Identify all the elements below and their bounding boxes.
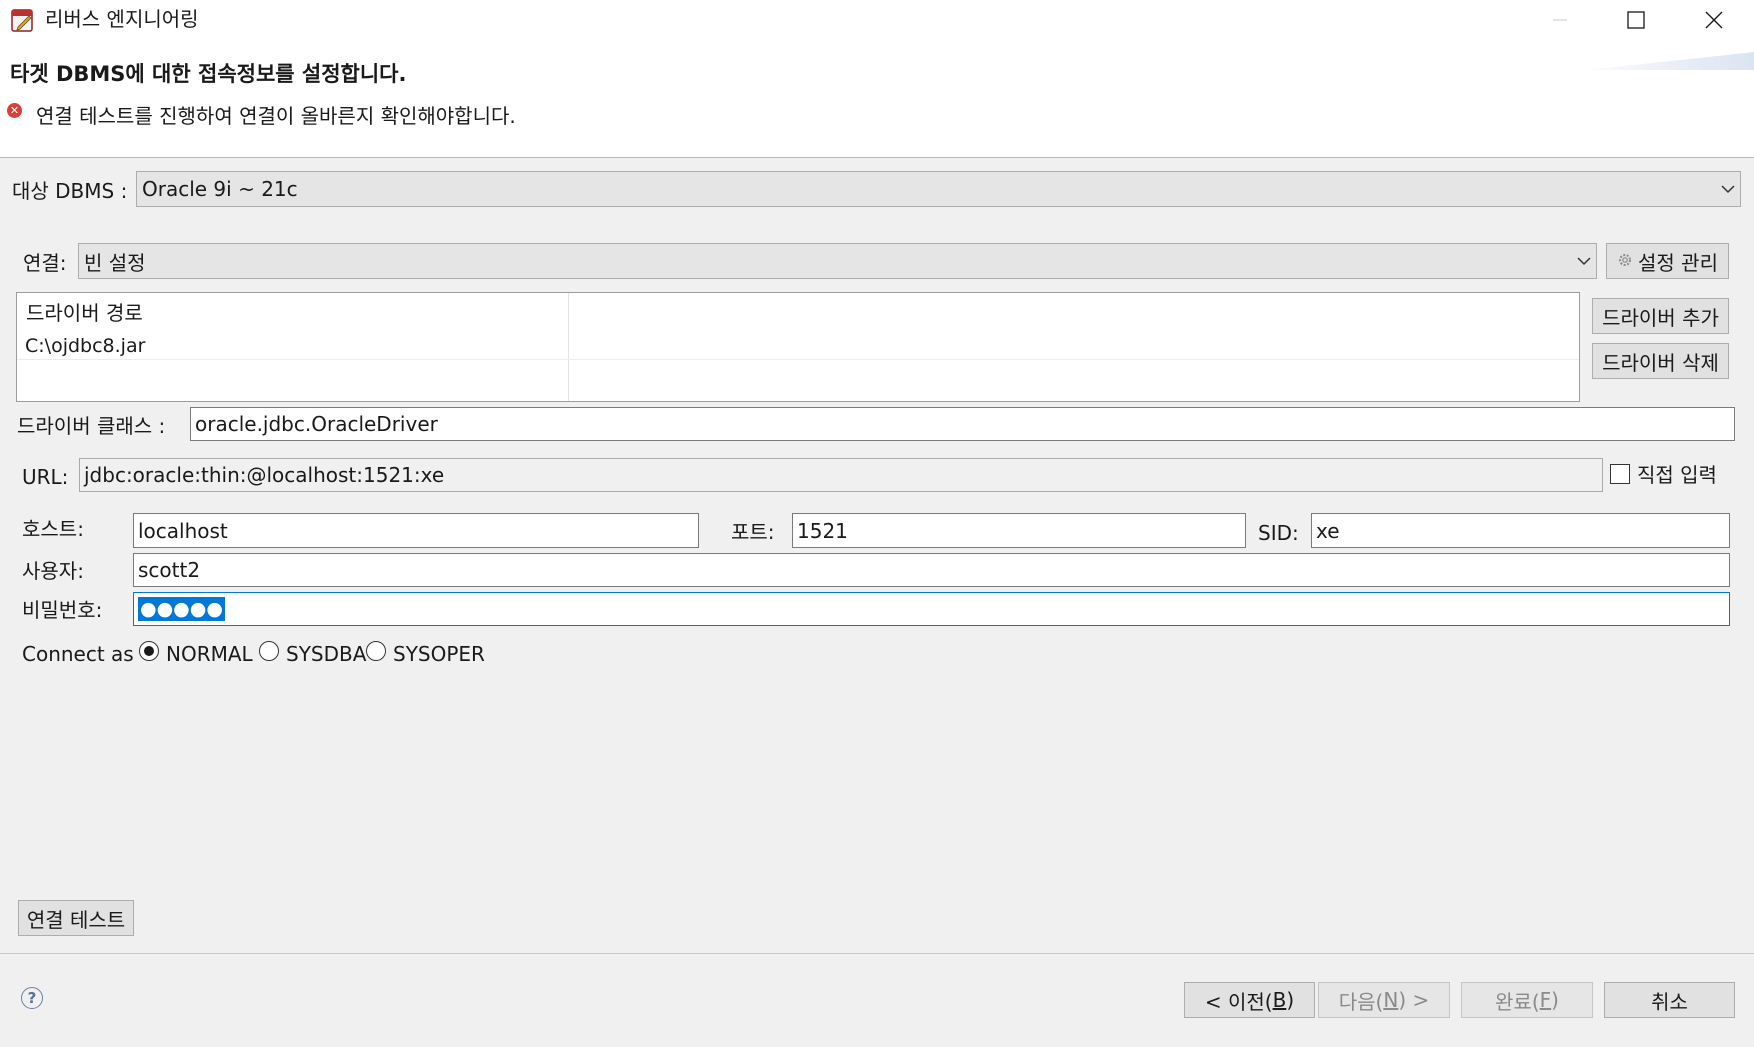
chevron-down-icon <box>1572 256 1596 266</box>
next-mnemonic: N <box>1383 988 1399 1012</box>
previous-button[interactable]: < 이전(B) <box>1184 982 1315 1018</box>
manage-settings-button[interactable]: 설정 관리 <box>1606 243 1729 279</box>
previous-label: < 이전( <box>1204 989 1273 1014</box>
radio-sysoper-label: SYSOPER <box>393 642 485 666</box>
next-label: 다음( <box>1338 989 1384 1014</box>
wizard-header <box>0 40 1754 158</box>
radio-normal-label: NORMAL <box>166 642 253 666</box>
column-divider <box>568 293 569 401</box>
dbms-select[interactable]: Oracle 9i ~ 21c <box>136 171 1741 207</box>
sid-field[interactable]: xe <box>1311 513 1730 548</box>
driver-path-header: 드라이버 경로 <box>26 301 143 325</box>
driver-class-field[interactable]: oracle.jdbc.OracleDriver <box>190 407 1735 441</box>
test-connection-button[interactable]: 연결 테스트 <box>18 900 134 936</box>
title-bar: 리버스 엔지니어링 <box>0 0 1754 40</box>
close-icon <box>1705 11 1723 29</box>
connection-label: 연결: <box>23 251 67 275</box>
radio-sysoper[interactable] <box>366 641 386 661</box>
finish-label: 완료( <box>1495 989 1540 1014</box>
finish-button[interactable]: 완료(F) <box>1461 982 1593 1018</box>
finish-label-end: ) <box>1551 988 1559 1012</box>
connection-select[interactable]: 빈 설정 <box>78 243 1597 279</box>
radio-sysdba[interactable] <box>259 641 279 661</box>
page-title: 타겟 DBMS에 대한 접속정보를 설정합니다. <box>10 62 407 86</box>
next-label-end: ) > <box>1398 988 1430 1012</box>
close-button[interactable] <box>1676 0 1752 40</box>
connect-as-label: Connect as <box>22 642 134 666</box>
host-field[interactable]: localhost <box>133 513 699 548</box>
direct-input-label: 직접 입력 <box>1637 463 1717 487</box>
previous-mnemonic: B <box>1272 988 1287 1012</box>
gear-icon <box>1617 249 1633 273</box>
user-field[interactable]: scott2 <box>133 553 1730 587</box>
dbms-value: Oracle 9i ~ 21c <box>142 177 298 201</box>
window-title: 리버스 엔지니어링 <box>45 7 199 31</box>
next-button[interactable]: 다음(N) > <box>1318 982 1450 1018</box>
connection-value: 빈 설정 <box>84 250 146 275</box>
direct-input-checkbox[interactable] <box>1610 464 1630 484</box>
status-message: 연결 테스트를 진행하여 연결이 올바른지 확인해야합니다. <box>36 104 516 128</box>
radio-sysdba-label: SYSDBA <box>286 642 367 666</box>
minimize-icon <box>1553 19 1567 21</box>
user-label: 사용자: <box>22 559 84 583</box>
cancel-button[interactable]: 취소 <box>1604 982 1735 1018</box>
maximize-icon <box>1627 11 1645 29</box>
radio-normal[interactable] <box>139 641 159 661</box>
dbms-label: 대상 DBMS : <box>12 179 128 203</box>
add-driver-button[interactable]: 드라이버 추가 <box>1592 298 1729 334</box>
url-field[interactable]: jdbc:oracle:thin:@localhost:1521:xe <box>79 458 1603 492</box>
error-icon: ✕ <box>7 103 22 118</box>
password-selection: ●●●●● <box>138 597 225 621</box>
chevron-down-icon <box>1716 184 1740 194</box>
delete-driver-button[interactable]: 드라이버 삭제 <box>1592 343 1729 379</box>
driver-class-label: 드라이버 클래스 : <box>17 414 166 438</box>
maximize-button[interactable] <box>1598 0 1674 40</box>
row-divider <box>17 359 1579 360</box>
manage-settings-label: 설정 관리 <box>1638 250 1718 275</box>
footer-divider <box>0 953 1754 954</box>
host-label: 호스트: <box>22 517 84 541</box>
previous-label-end: ) <box>1286 988 1295 1012</box>
app-icon <box>10 7 36 33</box>
sid-label: SID: <box>1258 521 1299 545</box>
table-row[interactable]: C:\ojdbc8.jar <box>25 337 145 356</box>
url-label: URL: <box>22 465 69 489</box>
minimize-button[interactable] <box>1522 0 1598 40</box>
port-label: 포트: <box>731 520 775 544</box>
password-label: 비밀번호: <box>22 598 103 622</box>
finish-mnemonic: F <box>1539 988 1552 1012</box>
port-field[interactable]: 1521 <box>792 513 1246 548</box>
driver-path-table[interactable]: 드라이버 경로 C:\ojdbc8.jar <box>16 292 1580 402</box>
password-field[interactable]: ●●●●● <box>133 592 1730 626</box>
help-icon[interactable]: ? <box>21 987 43 1009</box>
